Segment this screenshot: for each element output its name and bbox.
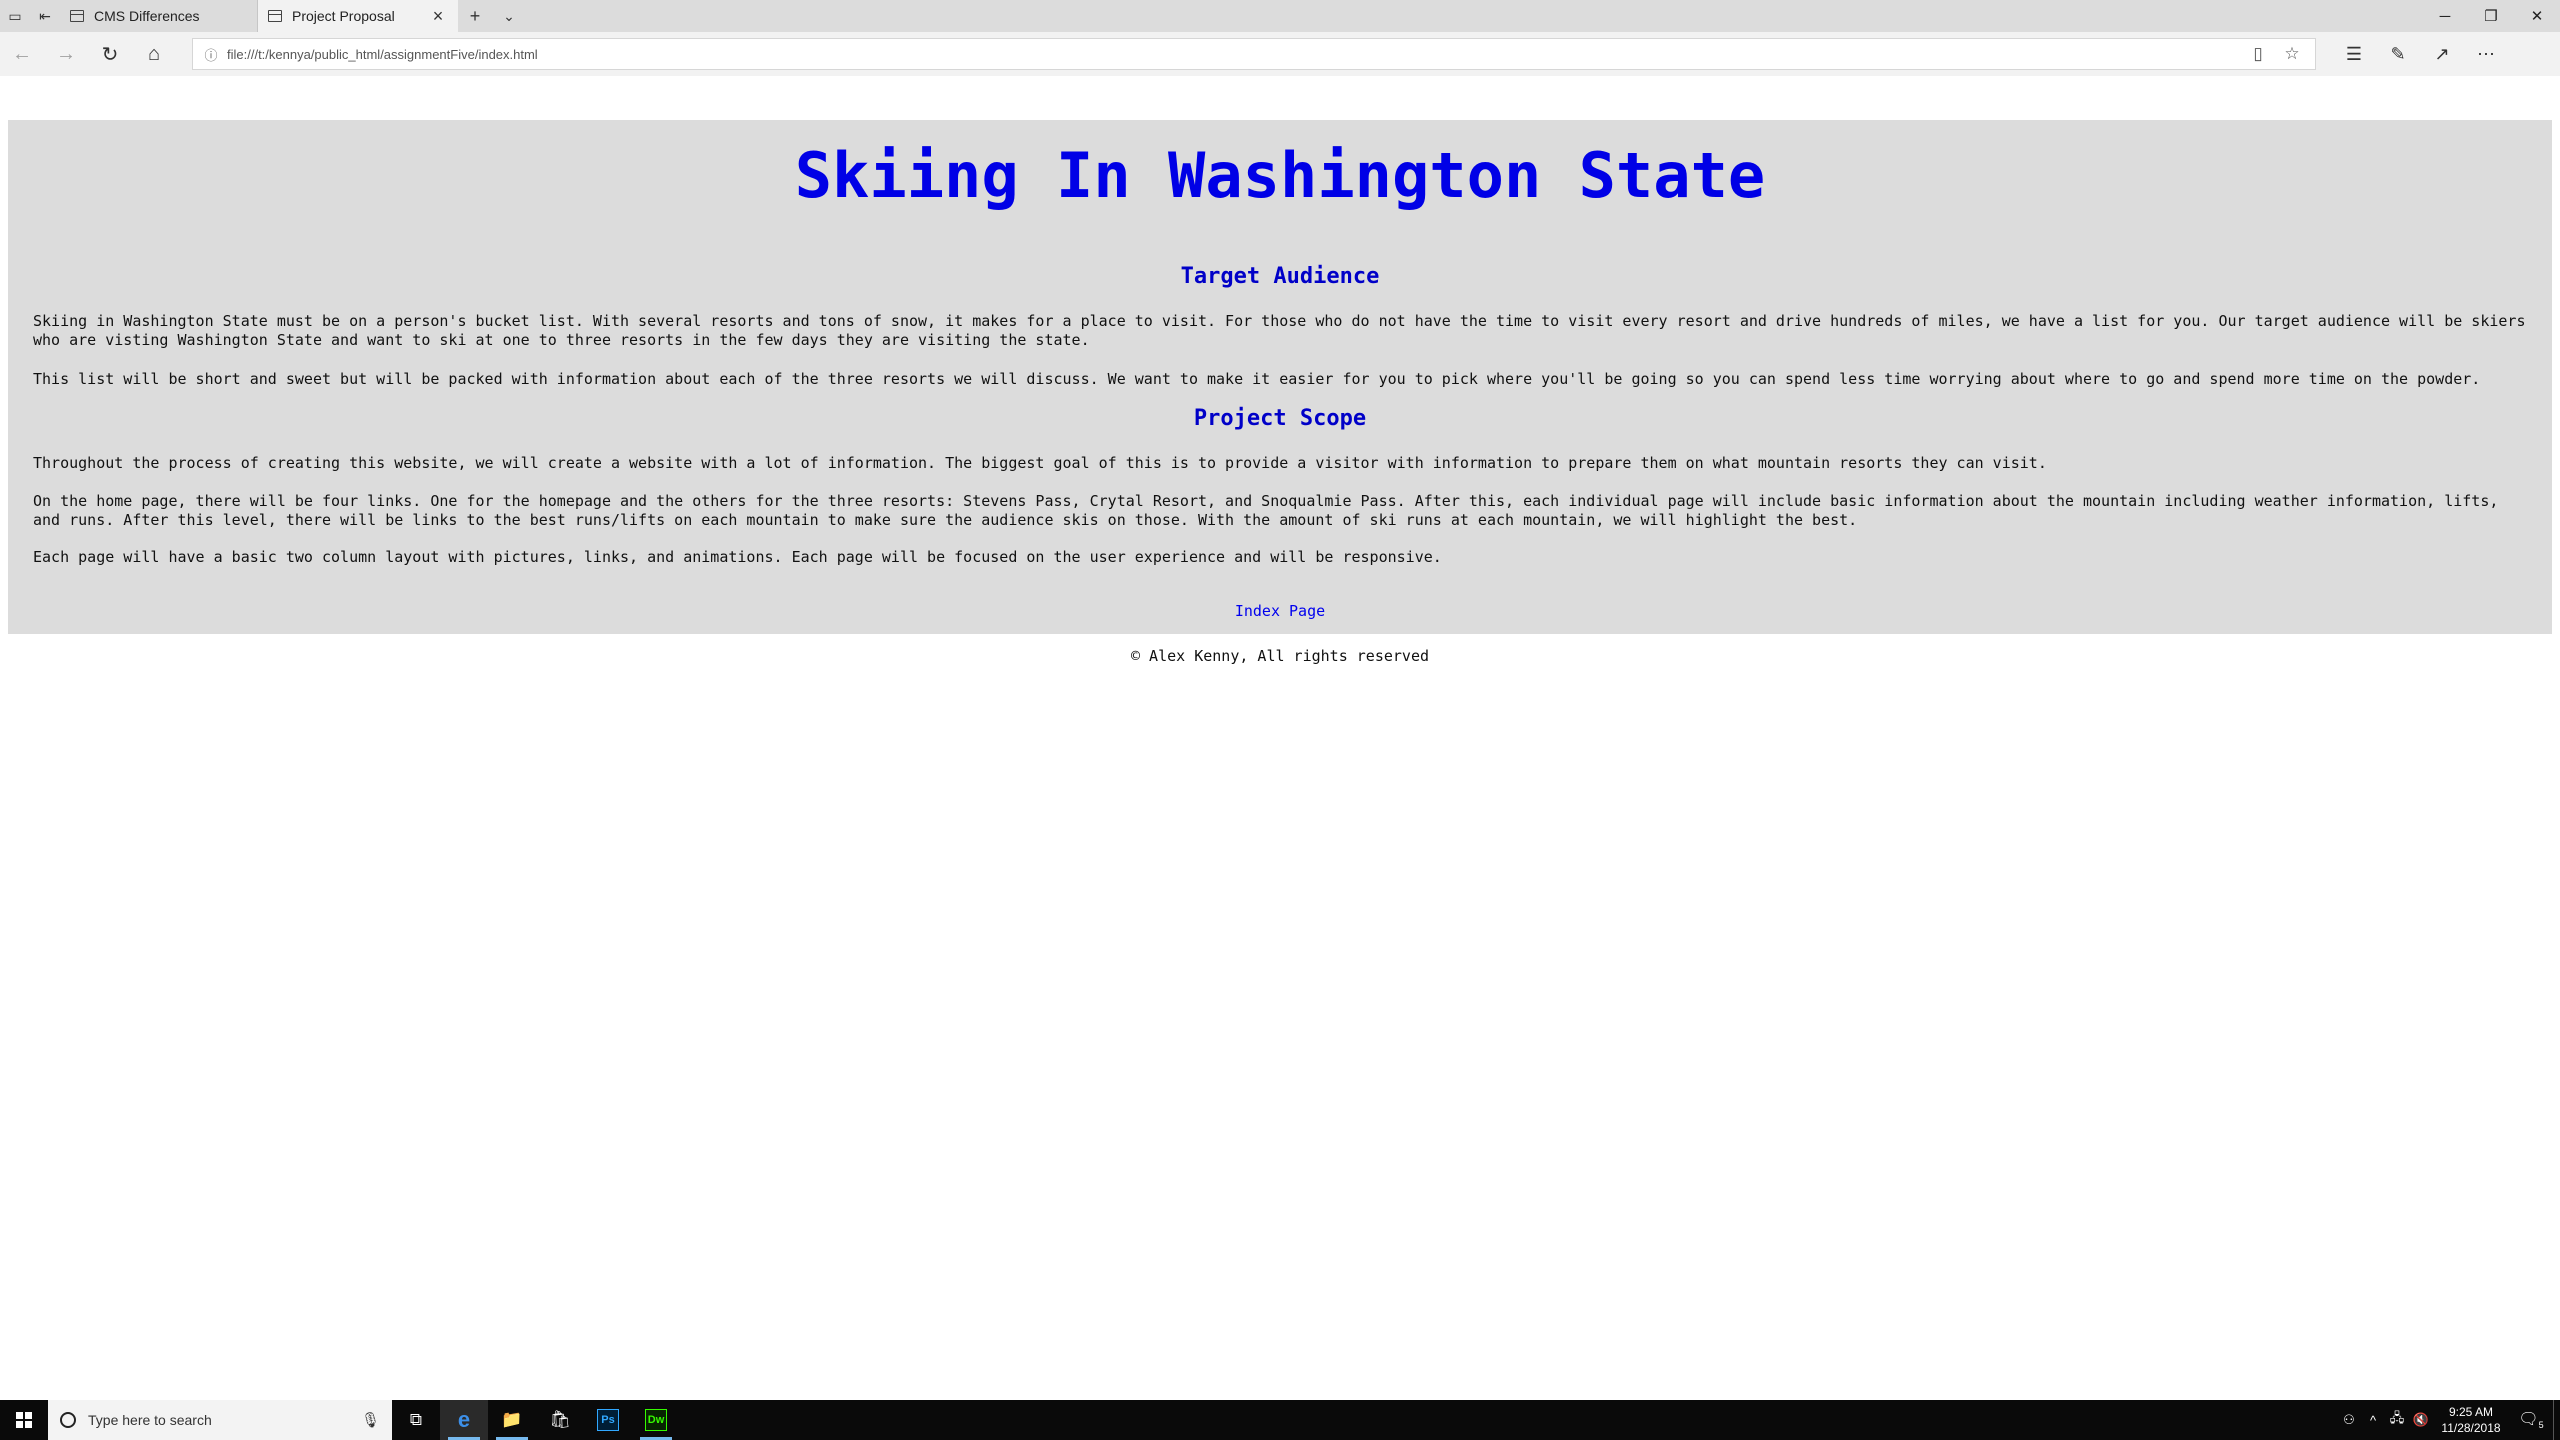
paragraph: Each page will have a basic two column l… <box>33 548 1442 566</box>
clock-date: 11/28/2018 <box>2441 1421 2501 1435</box>
reading-view-icon[interactable]: ▯ <box>2241 44 2275 64</box>
system-tray: ⚇ ^ 🖧 🔇 9:25 AM 11/28/2018 🗨5 <box>2337 1400 2560 1440</box>
minimize-icon[interactable]: ─ <box>2422 0 2468 32</box>
new-tab-icon[interactable]: + <box>458 0 492 32</box>
dreamweaver-label: Dw <box>645 1409 667 1431</box>
taskbar-search-box[interactable]: Type here to search 🎙 <box>48 1400 392 1440</box>
paragraph: This list will be short and sweet but wi… <box>33 370 2481 388</box>
close-tab-icon[interactable]: × <box>428 6 448 27</box>
web-viewport: Skiing In Washington State Target Audien… <box>0 76 2560 1400</box>
address-bar[interactable]: ⓘ file:///t:/kennya/public_html/assignme… <box>192 38 2316 70</box>
window-controls: ─ ❐ ✕ <box>2422 0 2560 32</box>
forward-arrow-icon[interactable]: → <box>44 32 88 76</box>
browser-tab-bar: ▭ ⇤ CMS Differences Project Proposal × +… <box>0 0 2560 32</box>
show-desktop-button[interactable] <box>2553 1400 2560 1440</box>
favorite-star-icon[interactable]: ☆ <box>2275 44 2309 64</box>
page-container: Skiing In Washington State Target Audien… <box>8 120 2552 665</box>
volume-muted-icon[interactable]: 🔇 <box>2409 1412 2433 1428</box>
microphone-icon[interactable]: 🎙 <box>361 1411 380 1429</box>
edge-icon[interactable]: e <box>440 1400 488 1440</box>
windows-logo-icon <box>16 1412 32 1428</box>
cortana-icon <box>60 1412 76 1428</box>
close-window-icon[interactable]: ✕ <box>2514 0 2560 32</box>
index-page-link[interactable]: Index Page <box>8 602 2552 620</box>
refresh-icon[interactable]: ↻ <box>88 32 132 76</box>
restore-icon[interactable]: ❐ <box>2468 0 2514 32</box>
page-icon <box>70 10 84 22</box>
paragraph: Skiing in Washington State must be on a … <box>33 312 2526 349</box>
photoshop-label: Ps <box>597 1409 619 1431</box>
dreamweaver-icon[interactable]: Dw <box>632 1400 680 1440</box>
address-url[interactable]: file:///t:/kennya/public_html/assignment… <box>227 47 2241 62</box>
tab-preview-icon[interactable]: ▭ <box>0 0 30 32</box>
clock-time: 9:25 AM <box>2448 1405 2494 1419</box>
clock[interactable]: 9:25 AM 11/28/2018 <box>2433 1404 2509 1436</box>
back-arrow-icon[interactable]: ← <box>0 32 44 76</box>
tab-label: CMS Differences <box>94 8 200 24</box>
page-icon <box>268 10 282 22</box>
favorites-hub-icon[interactable]: ☰ <box>2332 32 2376 76</box>
page-title: Skiing In Washington State <box>794 139 1766 212</box>
web-note-pen-icon[interactable]: ✎ <box>2376 32 2420 76</box>
paragraph: Throughout the process of creating this … <box>33 454 2047 472</box>
tab-cms-differences[interactable]: CMS Differences <box>60 0 258 32</box>
search-placeholder: Type here to search <box>88 1412 212 1428</box>
store-icon[interactable]: 🛍 <box>536 1400 584 1440</box>
action-center-icon[interactable]: 🗨5 <box>2509 1409 2553 1430</box>
notification-count: 5 <box>2538 1420 2544 1431</box>
share-icon[interactable]: ↗ <box>2420 32 2464 76</box>
task-view-icon[interactable]: ⧉ <box>392 1400 440 1440</box>
section-heading-project-scope: Project Scope <box>1193 406 1367 431</box>
file-explorer-icon[interactable]: 📁 <box>488 1400 536 1440</box>
tab-label: Project Proposal <box>292 8 395 24</box>
set-aside-tabs-icon[interactable]: ⇤ <box>30 0 60 32</box>
browser-nav-bar: ← → ↻ ⌂ ⓘ file:///t:/kennya/public_html/… <box>0 32 2560 76</box>
tab-list-chevron-icon[interactable]: ⌄ <box>492 0 526 32</box>
paragraph: On the home page, there will be four lin… <box>33 492 2499 529</box>
photoshop-icon[interactable]: Ps <box>584 1400 632 1440</box>
network-icon[interactable]: 🖧 <box>2385 1409 2409 1431</box>
taskbar: Type here to search 🎙 ⧉ e 📁 🛍 Ps Dw ⚇ ^ … <box>0 1400 2560 1440</box>
home-icon[interactable]: ⌂ <box>132 32 176 76</box>
tab-project-proposal[interactable]: Project Proposal × <box>258 0 458 32</box>
more-options-icon[interactable]: ⋯ <box>2464 32 2508 76</box>
people-icon[interactable]: ⚇ <box>2337 1412 2361 1428</box>
show-hidden-icons-chevron-icon[interactable]: ^ <box>2361 1413 2385 1428</box>
info-icon[interactable]: ⓘ <box>199 45 223 64</box>
start-button[interactable] <box>0 1400 48 1440</box>
section-heading-target-audience: Target Audience <box>1180 264 1380 289</box>
copyright-footer: © Alex Kenny, All rights reserved <box>1130 647 1429 665</box>
